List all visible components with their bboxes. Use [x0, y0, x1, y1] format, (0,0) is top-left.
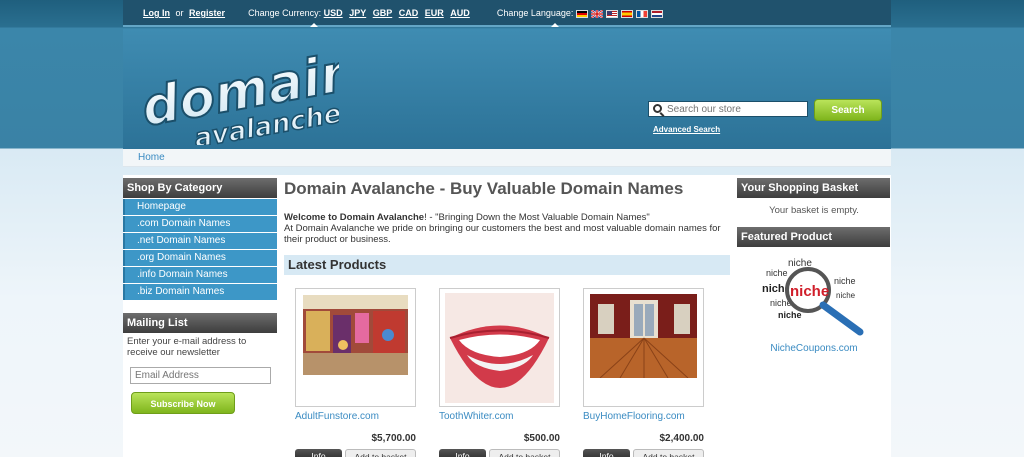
uk-flag-icon[interactable] [590, 10, 603, 19]
domain-avalanche-logo[interactable]: domain avalanche [139, 37, 339, 145]
product-card: AdultFunstore.com $5,700.00 Info Add to … [295, 288, 416, 457]
language-caret [551, 23, 559, 27]
email-field[interactable] [130, 367, 271, 384]
category-info[interactable]: .info Domain Names [123, 267, 277, 283]
category-biz[interactable]: .biz Domain Names [123, 284, 277, 300]
currency-gbp[interactable]: GBP [373, 8, 393, 18]
basket-empty-text: Your basket is empty. [769, 205, 859, 216]
mailing-list-title: Mailing List [123, 313, 277, 333]
product-thumbnail[interactable] [439, 288, 560, 407]
product-card: BuyHomeFlooring.com $2,400.00 Info Add t… [583, 288, 704, 457]
featured-title: Featured Product [737, 227, 890, 247]
welcome-text: Welcome to Domain Avalanche! - "Bringing… [284, 212, 729, 245]
welcome-bold: Welcome to Domain Avalanche [284, 212, 425, 223]
search-button[interactable]: Search [814, 99, 882, 121]
product-price: $500.00 [523, 433, 560, 444]
svg-text:niche: niche [790, 283, 829, 300]
welcome-tagline: ! - "Bringing Down the Most Valuable Dom… [424, 212, 650, 223]
login-link[interactable]: Log In [143, 8, 170, 18]
french-flag-icon[interactable] [635, 10, 648, 19]
category-title: Shop By Category [123, 178, 277, 198]
currency-label: Change Currency: [248, 8, 322, 18]
category-net[interactable]: .net Domain Names [123, 233, 277, 249]
add-to-basket-button[interactable]: Add to basket [345, 449, 416, 457]
product-name[interactable]: BuyHomeFlooring.com [583, 411, 685, 422]
spanish-flag-icon[interactable] [620, 10, 633, 19]
product-thumbnail[interactable] [295, 288, 416, 407]
category-list: Homepage .com Domain Names .net Domain N… [123, 199, 277, 301]
welcome-body: At Domain Avalanche we pride on bringing… [284, 223, 721, 245]
add-to-basket-button[interactable]: Add to basket [633, 449, 704, 457]
register-link[interactable]: Register [189, 8, 225, 18]
store-interior-image [303, 295, 408, 375]
info-button[interactable]: Info [295, 449, 342, 457]
language-flags [575, 9, 666, 19]
category-org[interactable]: .org Domain Names [123, 250, 277, 266]
svg-text:niche: niche [778, 310, 802, 320]
info-button[interactable]: Info [583, 449, 630, 457]
currency-aud[interactable]: AUD [450, 8, 470, 18]
product-name[interactable]: ToothWhiter.com [439, 411, 513, 422]
info-button[interactable]: Info [439, 449, 486, 457]
currency-usd[interactable]: USD [324, 8, 343, 18]
dutch-flag-icon[interactable] [650, 10, 663, 19]
niche-magnifier-image[interactable]: niche niche niche niche niche niche nich… [760, 254, 870, 340]
search-icon [653, 104, 662, 113]
product-name[interactable]: AdultFunstore.com [295, 411, 379, 422]
breadcrumb-home[interactable]: Home [138, 152, 165, 163]
product-price: $2,400.00 [659, 433, 705, 444]
or-text: or [175, 8, 184, 18]
add-to-basket-button[interactable]: Add to basket [489, 449, 560, 457]
white-teeth-image [445, 293, 554, 403]
us-flag-icon[interactable] [605, 10, 618, 19]
svg-text:niche: niche [766, 268, 788, 278]
mailing-list-text: Enter your e-mail address to receive our… [127, 336, 247, 358]
svg-text:niche: niche [836, 291, 856, 300]
page-title: Domain Avalanche - Buy Valuable Domain N… [284, 179, 684, 198]
hardwood-floor-image [590, 294, 697, 378]
top-bar: Log In or Register Change Currency: USD … [123, 0, 891, 27]
top-bar-links: Log In or Register Change Currency: USD … [143, 8, 666, 19]
latest-products-title: Latest Products [284, 255, 730, 275]
category-homepage[interactable]: Homepage [123, 199, 277, 215]
search-field[interactable] [648, 101, 808, 117]
currency-list: USD JPY GBP CAD EUR AUD [324, 8, 477, 18]
category-com[interactable]: .com Domain Names [123, 216, 277, 232]
currency-cad[interactable]: CAD [399, 8, 419, 18]
svg-text:niche: niche [834, 276, 856, 286]
basket-title: Your Shopping Basket [737, 178, 890, 198]
product-price: $5,700.00 [371, 433, 417, 444]
search-input[interactable] [667, 103, 805, 115]
subscribe-button[interactable]: Subscribe Now [131, 392, 235, 414]
featured-product-link[interactable]: NicheCoupons.com [738, 343, 890, 354]
german-flag-icon[interactable] [575, 10, 588, 19]
currency-jpy[interactable]: JPY [349, 8, 366, 18]
currency-caret [310, 23, 318, 27]
language-label: Change Language: [496, 8, 574, 18]
product-thumbnail[interactable] [583, 288, 704, 407]
advanced-search-link[interactable]: Advanced Search [653, 125, 720, 134]
breadcrumb: Home [123, 149, 891, 167]
product-card: ToothWhiter.com $500.00 Info Add to bask… [439, 288, 560, 457]
site-header: domain avalanche Search Advanced Search [123, 29, 891, 149]
currency-eur[interactable]: EUR [425, 8, 444, 18]
